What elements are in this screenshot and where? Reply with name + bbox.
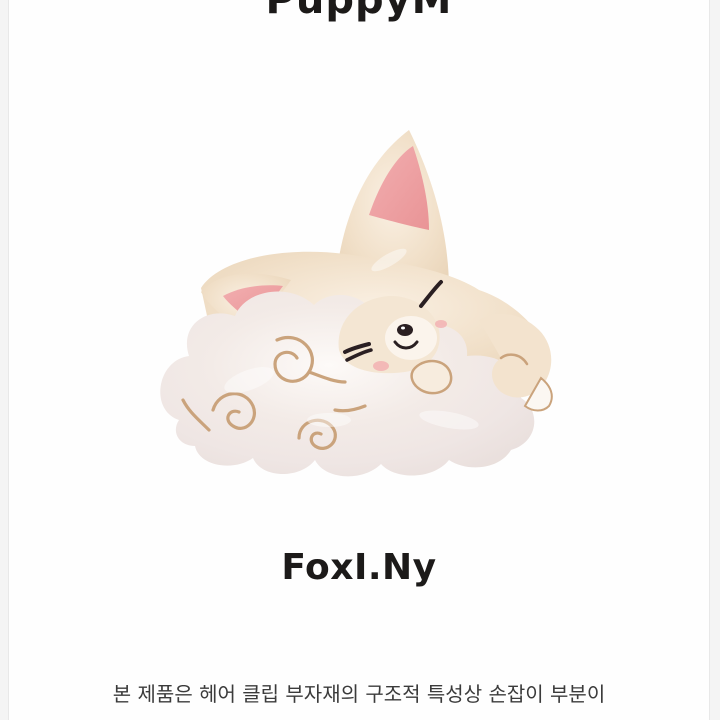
product-detail-card: PuppyM FoxI.Ny 본 제품은 헤어 클립 부자재의 구조적 특성상 … bbox=[8, 0, 710, 720]
fox-cloud-clip-icon bbox=[160, 130, 553, 477]
page: PuppyM FoxI.Ny 본 제품은 헤어 클립 부자재의 구조적 특성상 … bbox=[0, 0, 720, 720]
brand-title: PuppyM bbox=[265, 0, 453, 23]
product-name: FoxI.Ny bbox=[281, 547, 437, 588]
product-notice: 본 제품은 헤어 클립 부자재의 구조적 특성상 손잡이 부분이 bbox=[9, 677, 709, 711]
notice-line: 본 제품은 헤어 클립 부자재의 구조적 특성상 손잡이 부분이 bbox=[112, 682, 606, 706]
